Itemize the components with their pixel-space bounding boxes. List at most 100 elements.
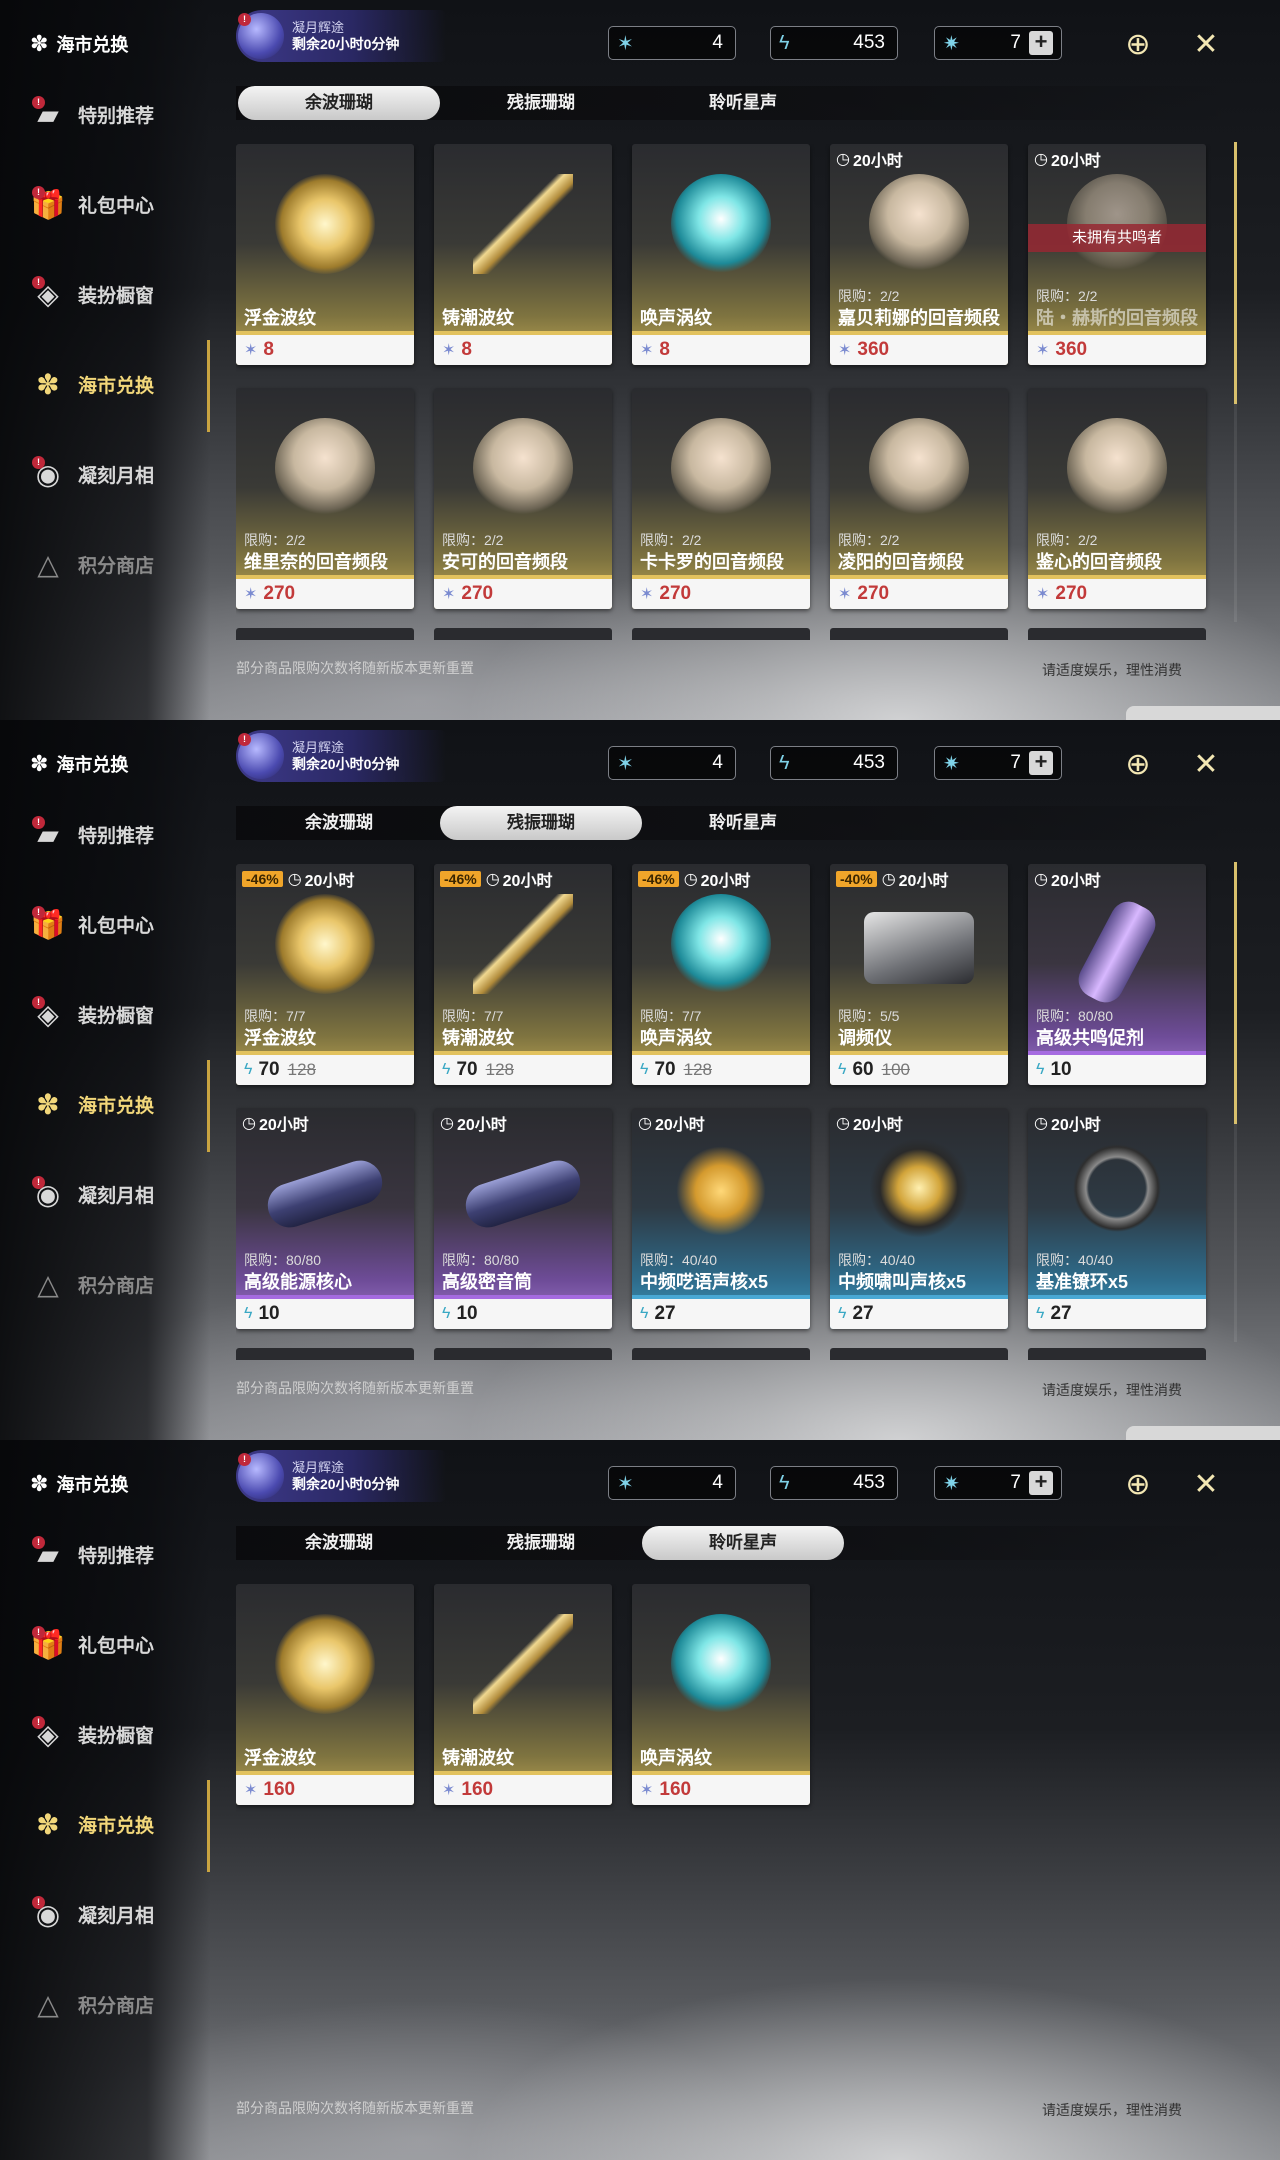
sidebar-item-3[interactable]: ◈! 装扮橱窗 [28,1706,204,1762]
close-icon[interactable]: ✕ [1186,24,1226,64]
clock-icon: ◷ [1034,1115,1048,1132]
sidebar-item-2[interactable]: 🎁! 礼包中心 [28,896,204,952]
event-countdown: 剩余20小时0分钟 [292,36,400,52]
price-value: 70 [654,1059,676,1080]
shop-item-card[interactable]: ◷ 20小时 限购：40/40 中频呓语声核x5 ϟ 27 [632,1108,810,1329]
feather-icon: ϟ [442,1305,451,1322]
shop-item-card[interactable]: -40% ◷ 20小时 限购：5/5 调频仪 ϟ 60 100 [830,864,1008,1085]
notification-badge: ! [238,733,251,746]
item-name: 高级密音筒 [442,1272,532,1292]
sidebar-item-3[interactable]: ◈! 装扮橱窗 [28,986,204,1042]
shop-item-card[interactable]: ◷ 20小时 限购：2/2 嘉贝莉娜的回音频段 ✶ 360 [830,144,1008,365]
sidebar-item-6[interactable]: △ 积分商店 [28,536,204,592]
price-value: 270 [659,583,692,604]
tab-1[interactable]: 余波珊瑚 [238,86,440,120]
event-banner[interactable]: ! 凝月辉途 剩余20小时0分钟 [236,1450,446,1502]
star-crystal-icon: ✷ [943,752,960,775]
item-image [262,1154,388,1234]
sidebar-item-4[interactable]: ✽ 海市兑换 [28,1796,204,1852]
sidebar-item-5[interactable]: ◉! 凝刻月相 [28,1166,204,1222]
tab-3[interactable]: 聆听星声 [642,1526,844,1560]
close-icon[interactable]: ✕ [1186,744,1226,784]
event-banner[interactable]: ! 凝月辉途 剩余20小时0分钟 [236,730,446,782]
scrollbar[interactable] [1234,142,1237,404]
shop-item-card[interactable]: -46% ◷ 20小时 限购：7/7 铸潮波纹 ϟ 70 128 [434,864,612,1085]
scrollbar[interactable] [1234,862,1237,1124]
sidebar-item-4[interactable]: ✽ 海市兑换 [28,1076,204,1132]
shop-item-card[interactable]: 限购：2/2 凌阳的回音频段 ✶ 270 [830,388,1008,609]
next-row-card [1028,1348,1206,1360]
price-value: 160 [659,1779,692,1800]
event-banner[interactable]: ! 凝月辉途 剩余20小时0分钟 [236,10,446,62]
shop-item-card[interactable]: ◷ 20小时 限购：80/80 高级共鸣促剂 ϟ 10 [1028,864,1206,1085]
shop-item-card[interactable]: ◷ 20小时 限购：40/40 中频啸叫声核x5 ϟ 27 [830,1108,1008,1329]
target-icon[interactable]: ⊕ [1118,24,1158,64]
event-icon: ! [238,13,284,59]
shop-item-card[interactable]: ◷ 20小时 限购：40/40 基准镣环x5 ϟ 27 [1028,1108,1206,1329]
tab-1[interactable]: 余波珊瑚 [238,806,440,840]
shop-item-card[interactable]: ◷ 20小时 限购：80/80 高级能源核心 ϟ 10 [236,1108,414,1329]
price-row: ϟ 27 [1028,1299,1206,1329]
item-image [473,174,573,274]
item-name: 铸潮波纹 [442,1028,514,1048]
price-row: ϟ 10 [236,1299,414,1329]
sidebar-item-5[interactable]: ◉! 凝刻月相 [28,1886,204,1942]
sidebar-item-2[interactable]: 🎁! 礼包中心 [28,1616,204,1672]
shop-item-card[interactable]: ◷ 20小时 限购：80/80 高级密音筒 ϟ 10 [434,1108,612,1329]
bottom-handle [1126,1426,1280,1440]
tab-3[interactable]: 聆听星声 [642,806,844,840]
add-currency-button[interactable]: + [1029,31,1053,55]
tab-2[interactable]: 残振珊瑚 [440,806,642,840]
price-value: 8 [659,339,670,360]
clock-icon: ◷ [485,871,500,888]
item-grid: 浮金波纹 ✶ 8 铸潮波纹 ✶ 8 唤声涡纹 ✶ 8 ◷ 20小时 限购：2/2 嘉贝莉娜的回音频段 ✶ 3… [236,144,1212,634]
sidebar-item-1[interactable]: ▰! 特别推荐 [28,806,204,862]
shop-item-card[interactable]: 限购：2/2 鉴心的回音频段 ✶ 270 [1028,388,1206,609]
target-icon[interactable]: ⊕ [1118,1464,1158,1504]
purchase-limit: 限购：40/40 [838,1252,916,1268]
tab-1[interactable]: 余波珊瑚 [238,1526,440,1560]
shop-item-card[interactable]: 铸潮波纹 ✶ 160 [434,1584,612,1805]
sidebar-item-6[interactable]: △ 积分商店 [28,1256,204,1312]
shop-item-card[interactable]: 限购：2/2 维里奈的回音频段 ✶ 270 [236,388,414,609]
add-currency-button[interactable]: + [1029,1471,1053,1495]
shop-item-card[interactable]: ◷ 20小时 未拥有共鸣者 限购：2/2 陆・赫斯的回音频段 ✶ 360 [1028,144,1206,365]
shop-item-card[interactable]: 浮金波纹 ✶ 160 [236,1584,414,1805]
price-row: ϟ 27 [830,1299,1008,1329]
shop-item-card[interactable]: 唤声涡纹 ✶ 8 [632,144,810,365]
next-row-card [632,628,810,640]
tab-3[interactable]: 聆听星声 [642,86,844,120]
sidebar-title-text: 海市兑换 [56,1475,129,1495]
original-price: 100 [881,1060,910,1079]
shop-item-card[interactable]: 浮金波纹 ✶ 8 [236,144,414,365]
tab-2[interactable]: 残振珊瑚 [440,1526,642,1560]
shop-item-card[interactable]: 限购：2/2 卡卡罗的回音频段 ✶ 270 [632,388,810,609]
coral-icon: ✶ [617,32,634,55]
sidebar-item-5[interactable]: ◉! 凝刻月相 [28,446,204,502]
wardrobe-icon: ◈! [28,274,68,314]
shop-item-card[interactable]: -46% ◷ 20小时 限购：7/7 唤声涡纹 ϟ 70 128 [632,864,810,1085]
sidebar-item-1[interactable]: ▰! 特别推荐 [28,86,204,142]
timer: ◷ 20小时 [638,1111,705,1135]
sidebar-item-1[interactable]: ▰! 特别推荐 [28,1526,204,1582]
sidebar-item-4[interactable]: ✽ 海市兑换 [28,356,204,412]
sidebar-item-label: 礼包中心 [78,195,155,217]
target-icon[interactable]: ⊕ [1118,744,1158,784]
close-icon[interactable]: ✕ [1186,1464,1226,1504]
shop-item-card[interactable]: 铸潮波纹 ✶ 8 [434,144,612,365]
add-currency-button[interactable]: + [1029,751,1053,775]
shop-item-card[interactable]: 限购：2/2 安可的回音频段 ✶ 270 [434,388,612,609]
sidebar-item-2[interactable]: 🎁! 礼包中心 [28,176,204,232]
bottom-handle [1126,706,1280,720]
shop-item-card[interactable]: 唤声涡纹 ✶ 160 [632,1584,810,1805]
currency-value: 4 [712,1472,723,1493]
shop-item-card[interactable]: -46% ◷ 20小时 限购：7/7 浮金波纹 ϟ 70 128 [236,864,414,1085]
coral-icon: ✽ [30,751,49,776]
next-row-card [830,628,1008,640]
timer-text: 20小时 [700,873,751,890]
sidebar-item-3[interactable]: ◈! 装扮橱窗 [28,266,204,322]
tab-2[interactable]: 残振珊瑚 [440,86,642,120]
coral-icon: ✽ [36,1808,60,1840]
price-row: ϟ 10 [1028,1055,1206,1085]
sidebar-item-6[interactable]: △ 积分商店 [28,1976,204,2032]
